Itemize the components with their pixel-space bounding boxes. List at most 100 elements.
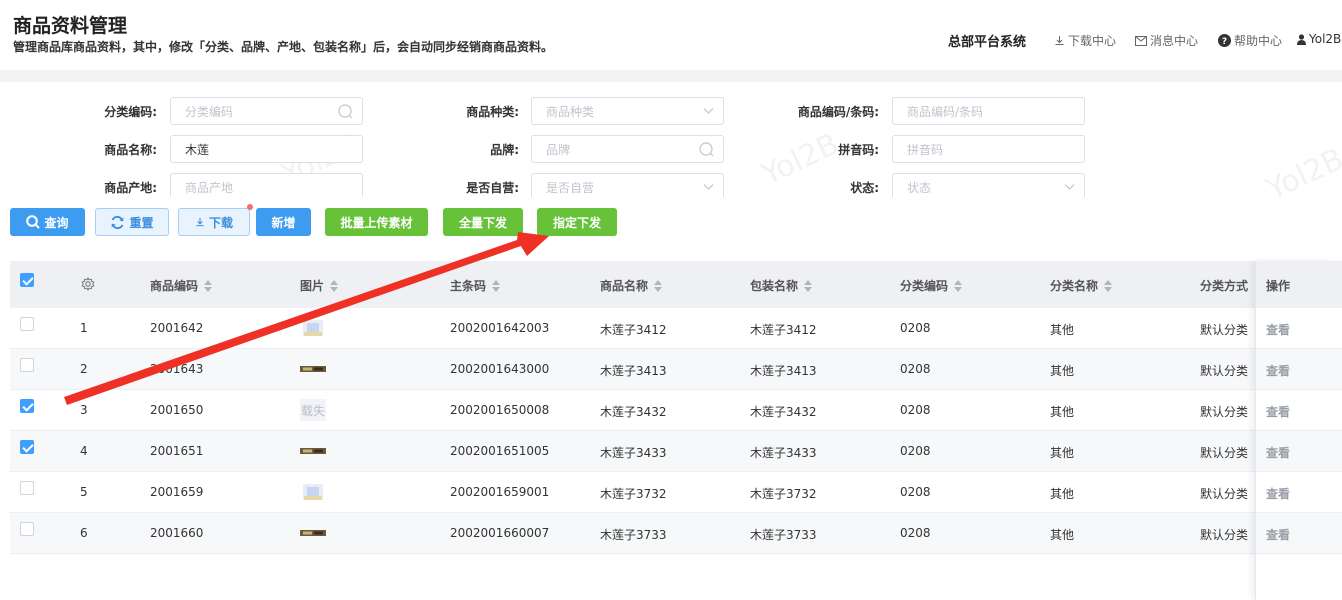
- row-index: 1: [80, 321, 88, 335]
- push-selected-label: 指定下发: [552, 215, 601, 230]
- download-icon: [1055, 36, 1064, 45]
- sort-icon[interactable]: [954, 279, 963, 292]
- cell-category-code: 0208: [900, 362, 931, 376]
- status-placeholder: 状态: [907, 180, 932, 195]
- search-icon: [338, 104, 353, 119]
- table-row[interactable]: [10, 431, 1342, 472]
- cell-code: 2001650: [150, 403, 204, 417]
- cell-name: 木莲子3432: [600, 405, 667, 419]
- product-thumbnail: [300, 317, 326, 339]
- select-all-checkbox[interactable]: [20, 273, 34, 287]
- cell-category-code: 0208: [900, 321, 931, 335]
- sort-icon[interactable]: [804, 279, 813, 292]
- product-thumbnail: [300, 358, 326, 380]
- col-header-label: 商品编码: [150, 279, 199, 293]
- table-row[interactable]: [10, 513, 1342, 554]
- search-icon: [699, 142, 714, 157]
- product-type-label: 商品种类:: [466, 105, 519, 119]
- row-checkbox[interactable]: [20, 522, 34, 536]
- table-row[interactable]: [10, 390, 1342, 431]
- col-header-label: 主条码: [450, 279, 487, 293]
- refresh-icon: [111, 215, 124, 229]
- status-select[interactable]: 状态: [892, 173, 1085, 197]
- download-center-link[interactable]: 下载中心: [1054, 32, 1116, 49]
- query-label: 查询: [44, 215, 69, 230]
- cell-name: 木莲子3733: [600, 528, 667, 542]
- product-type-select[interactable]: 商品种类: [531, 97, 724, 125]
- cell-category-name: 其他: [1050, 487, 1075, 501]
- col-header-pack-name[interactable]: 包装名称: [750, 277, 813, 294]
- reset-button[interactable]: 重置: [95, 208, 169, 236]
- product-thumbnail: [300, 522, 326, 544]
- message-center-link[interactable]: 消息中心: [1135, 32, 1198, 49]
- cell-code: 2001642: [150, 321, 204, 335]
- user-menu[interactable]: Yol2B: [1297, 32, 1341, 46]
- col-header-category-code[interactable]: 分类编码: [900, 277, 963, 294]
- row-checkbox[interactable]: [20, 358, 34, 372]
- code-barcode-input[interactable]: 商品编码/条码: [892, 97, 1085, 125]
- query-button[interactable]: 查询: [10, 208, 85, 236]
- cell-category-name: 其他: [1050, 446, 1075, 460]
- cell-pack-name: 木莲子3413: [750, 364, 817, 378]
- pinyin-label: 拼音码:: [838, 143, 879, 157]
- row-index: 4: [80, 444, 88, 458]
- origin-label: 商品产地:: [104, 181, 157, 195]
- cell-category-mode: 默认分类: [1200, 364, 1249, 378]
- col-header-name[interactable]: 商品名称: [600, 277, 663, 294]
- batch-upload-button[interactable]: 批量上传素材: [325, 208, 428, 236]
- col-header-code[interactable]: 商品编码: [150, 277, 213, 294]
- chevron-down-icon: [703, 184, 714, 190]
- row-checkbox[interactable]: [20, 481, 34, 495]
- download-button[interactable]: 下载: [178, 208, 250, 236]
- user-icon: [1297, 33, 1306, 45]
- sort-icon[interactable]: [330, 279, 339, 292]
- cell-barcode: 2002001642003: [450, 321, 550, 335]
- cell-category-name: 其他: [1050, 405, 1075, 419]
- push-selected-button[interactable]: 指定下发: [537, 208, 617, 236]
- category-code-input[interactable]: 分类编码: [170, 97, 363, 125]
- row-checkbox[interactable]: [20, 317, 34, 331]
- self-operated-select[interactable]: 是否自营: [531, 173, 724, 197]
- product-name-input[interactable]: 木莲: [170, 135, 363, 163]
- sort-icon[interactable]: [492, 279, 501, 292]
- cell-category-name: 其他: [1050, 364, 1075, 378]
- product-image: [300, 448, 326, 454]
- add-button[interactable]: 新增: [256, 208, 311, 236]
- brand-input[interactable]: 品牌: [531, 135, 724, 163]
- batch-upload-label: 批量上传素材: [340, 215, 413, 230]
- category-code-placeholder: 分类编码: [185, 104, 234, 119]
- main-content: Yol2B Yol2B Yol2B Yol2B Yol2B 分类编码: 分类编码…: [0, 82, 1342, 600]
- cell-pack-name: 木莲子3733: [750, 528, 817, 542]
- product-image: [303, 484, 323, 500]
- sort-icon[interactable]: [654, 279, 663, 292]
- col-header-barcode[interactable]: 主条码: [450, 277, 501, 294]
- row-checkbox[interactable]: [20, 440, 34, 454]
- table-row[interactable]: [10, 308, 1342, 349]
- help-center-link[interactable]: ? 帮助中心: [1218, 32, 1282, 49]
- download-center-label: 下载中心: [1068, 34, 1117, 48]
- category-code-label: 分类编码:: [104, 105, 157, 119]
- cell-category-code: 0208: [900, 444, 931, 458]
- product-image: [300, 366, 326, 372]
- col-header-category-name[interactable]: 分类名称: [1050, 277, 1113, 294]
- brand-placeholder: 品牌: [546, 142, 571, 157]
- row-checkbox[interactable]: [20, 399, 34, 413]
- gear-icon[interactable]: [81, 277, 95, 291]
- pinyin-input[interactable]: 拼音码: [892, 135, 1085, 163]
- product-name-value: 木莲: [185, 142, 210, 157]
- self-operated-label: 是否自营:: [466, 181, 519, 195]
- page-title: 商品资料管理: [13, 15, 128, 37]
- help-center-label: 帮助中心: [1234, 34, 1283, 48]
- table-row[interactable]: [10, 472, 1342, 513]
- table-row[interactable]: [10, 349, 1342, 390]
- push-all-button[interactable]: 全量下发: [443, 208, 523, 236]
- origin-input[interactable]: 商品产地: [170, 173, 363, 197]
- col-header-label: 分类名称: [1050, 279, 1099, 293]
- col-header-label: 图片: [300, 279, 325, 293]
- product-image: [303, 320, 323, 336]
- cell-category-mode: 默认分类: [1200, 487, 1249, 501]
- sort-icon[interactable]: [204, 279, 213, 292]
- cell-name: 木莲子3412: [600, 323, 667, 337]
- sort-icon[interactable]: [1104, 279, 1113, 292]
- col-header-image[interactable]: 图片: [300, 277, 339, 294]
